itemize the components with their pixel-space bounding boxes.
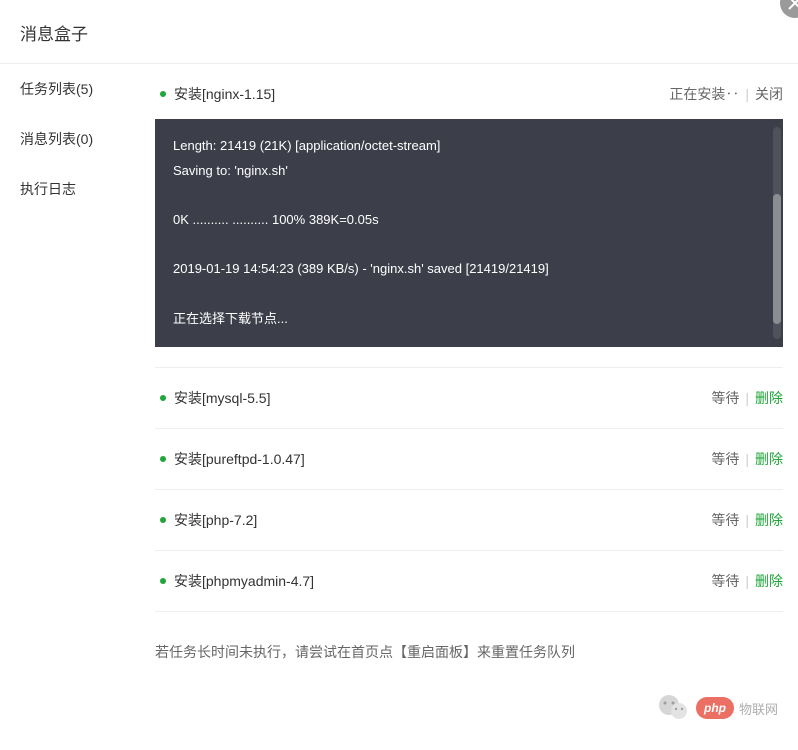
terminal-line: 0K .......... .......... 100% 389K=0.05s xyxy=(173,208,765,233)
wechat-icon xyxy=(655,690,691,726)
dialog-title: 消息盒子 xyxy=(0,0,798,64)
sidebar-item-tasks[interactable]: 任务列表(5) xyxy=(0,64,155,114)
task-status: 等待 xyxy=(711,571,739,591)
close-task-link[interactable]: 关闭 xyxy=(755,84,783,104)
status-bullet-icon xyxy=(160,91,166,97)
delete-task-link[interactable]: 删除 xyxy=(755,388,783,408)
task-header: 安装[php-7.2] 等待 | 删除 xyxy=(155,510,783,530)
task-title: 安装[nginx-1.15] xyxy=(174,84,275,104)
task-title-wrap: 安装[phpmyadmin-4.7] xyxy=(160,571,314,591)
delete-task-link[interactable]: 删除 xyxy=(755,449,783,469)
sidebar: 任务列表(5) 消息列表(0) 执行日志 xyxy=(0,64,155,750)
terminal-line: Saving to: 'nginx.sh' xyxy=(173,159,765,184)
task-header: 安装[pureftpd-1.0.47] 等待 | 删除 xyxy=(155,449,783,469)
footer-hint: 若任务长时间未执行，请尝试在首页点【重启面板】来重置任务队列 xyxy=(155,612,783,682)
terminal-line xyxy=(173,282,765,307)
close-icon xyxy=(788,0,798,10)
terminal-scrollbar[interactable] xyxy=(773,127,781,339)
task-actions: 正在安装‥ | 关闭 xyxy=(669,84,783,104)
delete-task-link[interactable]: 删除 xyxy=(755,510,783,530)
task-row: 安装[mysql-5.5] 等待 | 删除 xyxy=(155,368,783,429)
status-bullet-icon xyxy=(160,578,166,584)
divider: | xyxy=(745,512,749,528)
status-bullet-icon xyxy=(160,517,166,523)
task-row: 安装[pureftpd-1.0.47] 等待 | 删除 xyxy=(155,429,783,490)
divider: | xyxy=(745,573,749,589)
task-status: 等待 xyxy=(711,388,739,408)
watermark-text: 物联网 xyxy=(739,699,778,718)
task-row: 安装[php-7.2] 等待 | 删除 xyxy=(155,490,783,551)
task-title: 安装[mysql-5.5] xyxy=(174,388,270,408)
task-title-wrap: 安装[php-7.2] xyxy=(160,510,257,530)
task-actions: 等待 | 删除 xyxy=(711,449,783,469)
divider: | xyxy=(745,390,749,406)
content-area: 安装[nginx-1.15] 正在安装‥ | 关闭 Length: 21419 … xyxy=(155,64,798,750)
task-title: 安装[phpmyadmin-4.7] xyxy=(174,571,314,591)
sidebar-item-label: 任务列表(5) xyxy=(20,81,93,97)
sidebar-item-messages[interactable]: 消息列表(0) xyxy=(0,114,155,164)
task-header: 安装[mysql-5.5] 等待 | 删除 xyxy=(155,388,783,408)
status-bullet-icon xyxy=(160,395,166,401)
main-container: 任务列表(5) 消息列表(0) 执行日志 安装[nginx-1.15] 正在安装… xyxy=(0,64,798,750)
task-title-wrap: 安装[pureftpd-1.0.47] xyxy=(160,449,305,469)
terminal-output: Length: 21419 (21K) [application/octet-s… xyxy=(155,119,783,347)
sidebar-item-label: 消息列表(0) xyxy=(20,131,93,147)
task-row: 安装[nginx-1.15] 正在安装‥ | 关闭 Length: 21419 … xyxy=(155,64,783,368)
terminal-line: Length: 21419 (21K) [application/octet-s… xyxy=(173,134,765,159)
task-actions: 等待 | 删除 xyxy=(711,571,783,591)
task-title: 安装[pureftpd-1.0.47] xyxy=(174,449,305,469)
terminal-line: 2019-01-19 14:54:23 (389 KB/s) - 'nginx.… xyxy=(173,257,765,282)
terminal-line: 正在选择下载节点... xyxy=(173,307,765,332)
task-actions: 等待 | 删除 xyxy=(711,510,783,530)
php-badge: php xyxy=(696,697,734,719)
watermark: php 物联网 xyxy=(655,690,778,726)
terminal-line xyxy=(173,233,765,258)
task-header: 安装[nginx-1.15] 正在安装‥ | 关闭 xyxy=(155,84,783,104)
task-status: 等待 xyxy=(711,510,739,530)
scrollbar-thumb[interactable] xyxy=(773,194,781,324)
task-status: 等待 xyxy=(711,449,739,469)
task-title-wrap: 安装[nginx-1.15] xyxy=(160,84,275,104)
divider: | xyxy=(745,451,749,467)
task-title-wrap: 安装[mysql-5.5] xyxy=(160,388,270,408)
task-header: 安装[phpmyadmin-4.7] 等待 | 删除 xyxy=(155,571,783,591)
task-row: 安装[phpmyadmin-4.7] 等待 | 删除 xyxy=(155,551,783,612)
status-bullet-icon xyxy=(160,456,166,462)
task-actions: 等待 | 删除 xyxy=(711,388,783,408)
delete-task-link[interactable]: 删除 xyxy=(755,571,783,591)
sidebar-item-label: 执行日志 xyxy=(20,181,76,197)
sidebar-item-logs[interactable]: 执行日志 xyxy=(0,164,155,214)
divider: | xyxy=(745,86,749,102)
task-status: 正在安装‥ xyxy=(669,84,739,104)
task-title: 安装[php-7.2] xyxy=(174,510,257,530)
terminal-line xyxy=(173,183,765,208)
